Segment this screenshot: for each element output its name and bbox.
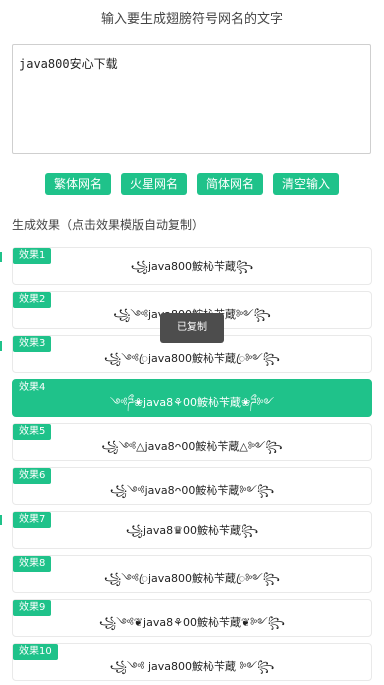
result-text: ꧁༺ꦿjava800鮟杺苄蔵ꦿ༻꧂ — [104, 572, 280, 585]
result-text: ༺ཌྀ❀java8⚘00鮟杺苄蔵❀ཌྀ༻ — [109, 396, 275, 409]
left-edge-marker — [0, 341, 2, 351]
copied-toast: 已复制 — [160, 313, 224, 343]
result-card-10[interactable]: 效果10 ꧁༺ java800鮟杺苄蔵 ༻꧂ — [12, 643, 372, 681]
result-text: ꧁java800鮟杺苄蔵꧂ — [130, 260, 254, 273]
result-text: ꧁༺java8ᴖ00鮟杺苄蔵༻꧂ — [109, 484, 275, 497]
result-text: ꧁༺ꦿjava800鮟杺苄蔵ꦿ༻꧂ — [104, 352, 280, 365]
result-card-4[interactable]: 效果4 ༺ཌྀ❀java8⚘00鮟杺苄蔵❀ཌྀ༻ — [12, 379, 372, 417]
left-edge-marker — [0, 252, 2, 262]
result-card-8[interactable]: 效果8 ꧁༺ꦿjava800鮟杺苄蔵ꦿ༻꧂ — [12, 555, 372, 593]
simplified-name-button[interactable]: 简体网名 — [197, 173, 264, 195]
results-section-title: 生成效果（点击效果模版自动复制） — [12, 218, 205, 232]
page-title: 输入要生成翅膀符号网名的文字 — [100, 12, 283, 27]
result-text: ꧁༺△java8ᴖ00鮟杺苄蔵△༻꧂ — [101, 440, 283, 453]
clear-input-button[interactable]: 清空输入 — [273, 173, 340, 195]
result-text: ꧁༺❦java8⚘00鮟杺苄蔵❦༻꧂ — [99, 616, 285, 629]
name-text-input[interactable]: java800安心下载 — [12, 44, 371, 154]
left-edge-marker — [0, 515, 2, 525]
result-card-5[interactable]: 效果5 ꧁༺△java8ᴖ00鮟杺苄蔵△༻꧂ — [12, 423, 372, 461]
result-card-9[interactable]: 效果9 ꧁༺❦java8⚘00鮟杺苄蔵❦༻꧂ — [12, 599, 372, 637]
martian-name-button[interactable]: 火星网名 — [120, 173, 187, 195]
action-buttons: 繁体网名 火星网名 简体网名 清空输入 — [0, 173, 384, 195]
result-text: ꧁java8♛00鮟杺苄蔵꧂ — [125, 524, 259, 537]
traditional-name-button[interactable]: 繁体网名 — [44, 173, 111, 195]
result-card-1[interactable]: 效果1 ꧁java800鮟杺苄蔵꧂ — [12, 247, 372, 285]
result-card-7[interactable]: 效果7 ꧁java8♛00鮟杺苄蔵꧂ — [12, 511, 372, 549]
result-card-6[interactable]: 效果6 ꧁༺java8ᴖ00鮟杺苄蔵༻꧂ — [12, 467, 372, 505]
